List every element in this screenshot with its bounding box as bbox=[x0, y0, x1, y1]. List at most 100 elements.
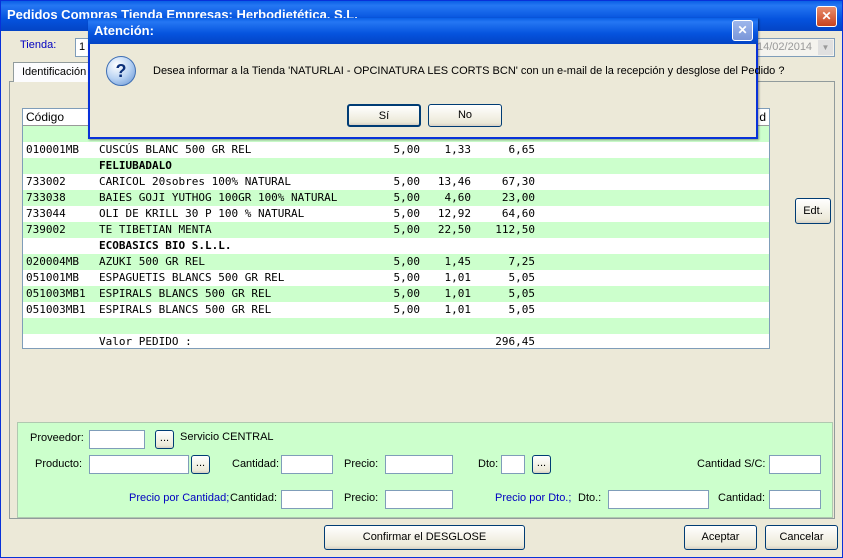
cell-description: TE TIBETIAN MENTA bbox=[99, 223, 212, 236]
cell-price: 22,50 bbox=[437, 223, 471, 236]
tab-label: Identificación bbox=[22, 66, 87, 78]
cancelar-button[interactable]: Cancelar bbox=[765, 525, 838, 550]
table-row[interactable]: ECOBASICS BIO S.L.L. bbox=[23, 238, 769, 254]
dto-lookup-button[interactable]: ... bbox=[532, 455, 551, 474]
cell-quantity: 5,00 bbox=[393, 143, 421, 156]
precio2-input[interactable] bbox=[385, 490, 453, 509]
dto-input[interactable] bbox=[501, 455, 525, 474]
servicio-label: Servicio CENTRAL bbox=[180, 431, 274, 443]
precio-por-dto-label: Precio por Dto.; bbox=[495, 492, 572, 504]
cantidad-sc-input[interactable] bbox=[769, 455, 821, 474]
cell-description: ESPIRALS BLANCS 500 GR REL bbox=[99, 287, 272, 300]
cell-price: 1,33 bbox=[444, 143, 472, 156]
cell-quantity: 5,00 bbox=[393, 207, 421, 220]
cell-description: FELIUBADALO bbox=[99, 159, 172, 172]
cell-price: 13,46 bbox=[437, 175, 471, 188]
cell-description: Valor PEDIDO : bbox=[99, 335, 192, 348]
confirm-dialog: Atención: ✕ ? Desea informar a la Tienda… bbox=[88, 18, 784, 139]
table-row[interactable]: 739002 TE TIBETIAN MENTA 5,00 22,50 112,50 bbox=[23, 222, 769, 238]
table-row[interactable]: 020004MB AZUKI 500 GR REL 5,00 1,45 7,25 bbox=[23, 254, 769, 270]
cantidad-sc-label: Cantidad S/C: bbox=[697, 458, 766, 470]
cell-code: 020004MB bbox=[26, 255, 79, 268]
cell-code: 051003MB1 bbox=[26, 303, 86, 316]
grid-rows: 010001MB CUSCÚS BLANC 500 GR REL 5,00 1,33 6… bbox=[23, 126, 769, 348]
table-row[interactable] bbox=[23, 318, 769, 334]
dto2-input[interactable] bbox=[608, 490, 709, 509]
date-value: 14/02/2014 bbox=[757, 41, 813, 53]
cantidad2-label: Cantidad: bbox=[230, 492, 278, 504]
cell-code: 733038 bbox=[26, 191, 66, 204]
question-icon: ? bbox=[106, 56, 136, 86]
cell-code: 010001MB bbox=[26, 143, 79, 156]
close-icon[interactable]: ✕ bbox=[816, 6, 837, 27]
entry-panel: Proveedor: ... Servicio CENTRAL Producto… bbox=[17, 422, 833, 518]
cell-code: 733002 bbox=[26, 175, 66, 188]
cell-code: 739002 bbox=[26, 223, 66, 236]
cell-description: OLI DE KRILL 30 P 100 % NATURAL bbox=[99, 207, 305, 220]
cell-total: 6,65 bbox=[508, 143, 536, 156]
no-button[interactable]: No bbox=[428, 104, 502, 127]
order-grid[interactable]: Código d 010001MB CUSCÚS BLANC 500 GR REL… bbox=[22, 108, 770, 349]
tab-identificacion[interactable]: Identificación bbox=[13, 62, 91, 82]
cell-total: 64,60 bbox=[501, 207, 535, 220]
cell-quantity: 5,00 bbox=[393, 287, 421, 300]
edit-button[interactable]: Edt. bbox=[795, 198, 831, 224]
cell-total: 23,00 bbox=[501, 191, 535, 204]
aceptar-button[interactable]: Aceptar bbox=[684, 525, 757, 550]
table-row[interactable]: 733038 BAIES GOJI YUTHOG 100GR 100% NATUR… bbox=[23, 190, 769, 206]
precio-label: Precio: bbox=[344, 458, 379, 470]
precio-input[interactable] bbox=[385, 455, 453, 474]
dialog-title: Atención: bbox=[94, 23, 154, 38]
yes-button[interactable]: Sí bbox=[347, 104, 421, 127]
cell-total: 7,25 bbox=[508, 255, 536, 268]
confirmar-desglose-button[interactable]: Confirmar el DESGLOSE bbox=[324, 525, 525, 550]
cell-code: 733044 bbox=[26, 207, 66, 220]
producto-lookup-button[interactable]: ... bbox=[191, 455, 210, 474]
dialog-title-bar: Atención: ✕ bbox=[88, 18, 758, 44]
cell-description: ESPIRALS BLANCS 500 GR REL bbox=[99, 303, 272, 316]
cell-quantity: 5,00 bbox=[393, 191, 421, 204]
cell-price: 1,01 bbox=[444, 271, 472, 284]
cell-total: 112,50 bbox=[495, 223, 535, 236]
cantidad2-input[interactable] bbox=[281, 490, 333, 509]
table-row[interactable]: 051001MB ESPAGUETIS BLANCS 500 GR REL 5,00… bbox=[23, 270, 769, 286]
table-row[interactable]: Valor PEDIDO : 296,45 bbox=[23, 334, 769, 348]
table-row[interactable]: 010001MB CUSCÚS BLANC 500 GR REL 5,00 1,33 6… bbox=[23, 142, 769, 158]
cantidad-label: Cantidad: bbox=[232, 458, 280, 470]
cell-total: 5,05 bbox=[508, 303, 536, 316]
dto-label: Dto: bbox=[478, 458, 499, 470]
header-code: Código bbox=[26, 110, 65, 124]
cantidad3-input[interactable] bbox=[769, 490, 821, 509]
table-row[interactable]: 051003MB1 ESPIRALS BLANCS 500 GR REL 5,00 1… bbox=[23, 286, 769, 302]
table-row[interactable]: FELIUBADALO bbox=[23, 158, 769, 174]
table-row[interactable]: 051003MB1 ESPIRALS BLANCS 500 GR REL 5,00 1… bbox=[23, 302, 769, 318]
cell-description: BAIES GOJI YUTHOG 100GR 100% NATURAL bbox=[99, 191, 338, 204]
cell-description: CARICOL 20sobres 100% NATURAL bbox=[99, 175, 292, 188]
cell-description: ESPAGUETIS BLANCS 500 GR REL bbox=[99, 271, 285, 284]
dialog-message: Desea informar a la Tienda 'NATURLAI - O… bbox=[153, 65, 785, 77]
precio-por-cantidad-label: Precio por Cantidad; bbox=[129, 492, 230, 504]
table-row[interactable]: 733044 OLI DE KRILL 30 P 100 % NATURAL 5,0… bbox=[23, 206, 769, 222]
producto-input[interactable] bbox=[89, 455, 189, 474]
cell-quantity: 5,00 bbox=[393, 271, 421, 284]
cell-quantity: 5,00 bbox=[393, 175, 421, 188]
cantidad3-label: Cantidad: bbox=[718, 492, 766, 504]
tienda-value: 1 bbox=[79, 41, 86, 53]
cell-description: CUSCÚS BLANC 500 GR REL bbox=[99, 143, 252, 156]
proveedor-input[interactable] bbox=[89, 430, 145, 449]
cell-quantity: 5,00 bbox=[393, 223, 421, 236]
cell-code: 051001MB bbox=[26, 271, 79, 284]
header-right: d bbox=[759, 110, 766, 124]
chevron-down-icon[interactable]: ▼ bbox=[818, 40, 833, 55]
cell-price: 1,01 bbox=[444, 287, 472, 300]
table-row[interactable]: 733002 CARICOL 20sobres 100% NATURAL 5,00 1… bbox=[23, 174, 769, 190]
date-field[interactable]: 14/02/2014 ▼ bbox=[753, 38, 835, 57]
precio2-label: Precio: bbox=[344, 492, 379, 504]
close-icon[interactable]: ✕ bbox=[732, 20, 753, 41]
cell-quantity: 5,00 bbox=[393, 303, 421, 316]
cantidad-input[interactable] bbox=[281, 455, 333, 474]
cell-quantity: 5,00 bbox=[393, 255, 421, 268]
cell-total: 296,45 bbox=[495, 335, 535, 348]
proveedor-lookup-button[interactable]: ... bbox=[155, 430, 174, 449]
cell-total: 67,30 bbox=[501, 175, 535, 188]
